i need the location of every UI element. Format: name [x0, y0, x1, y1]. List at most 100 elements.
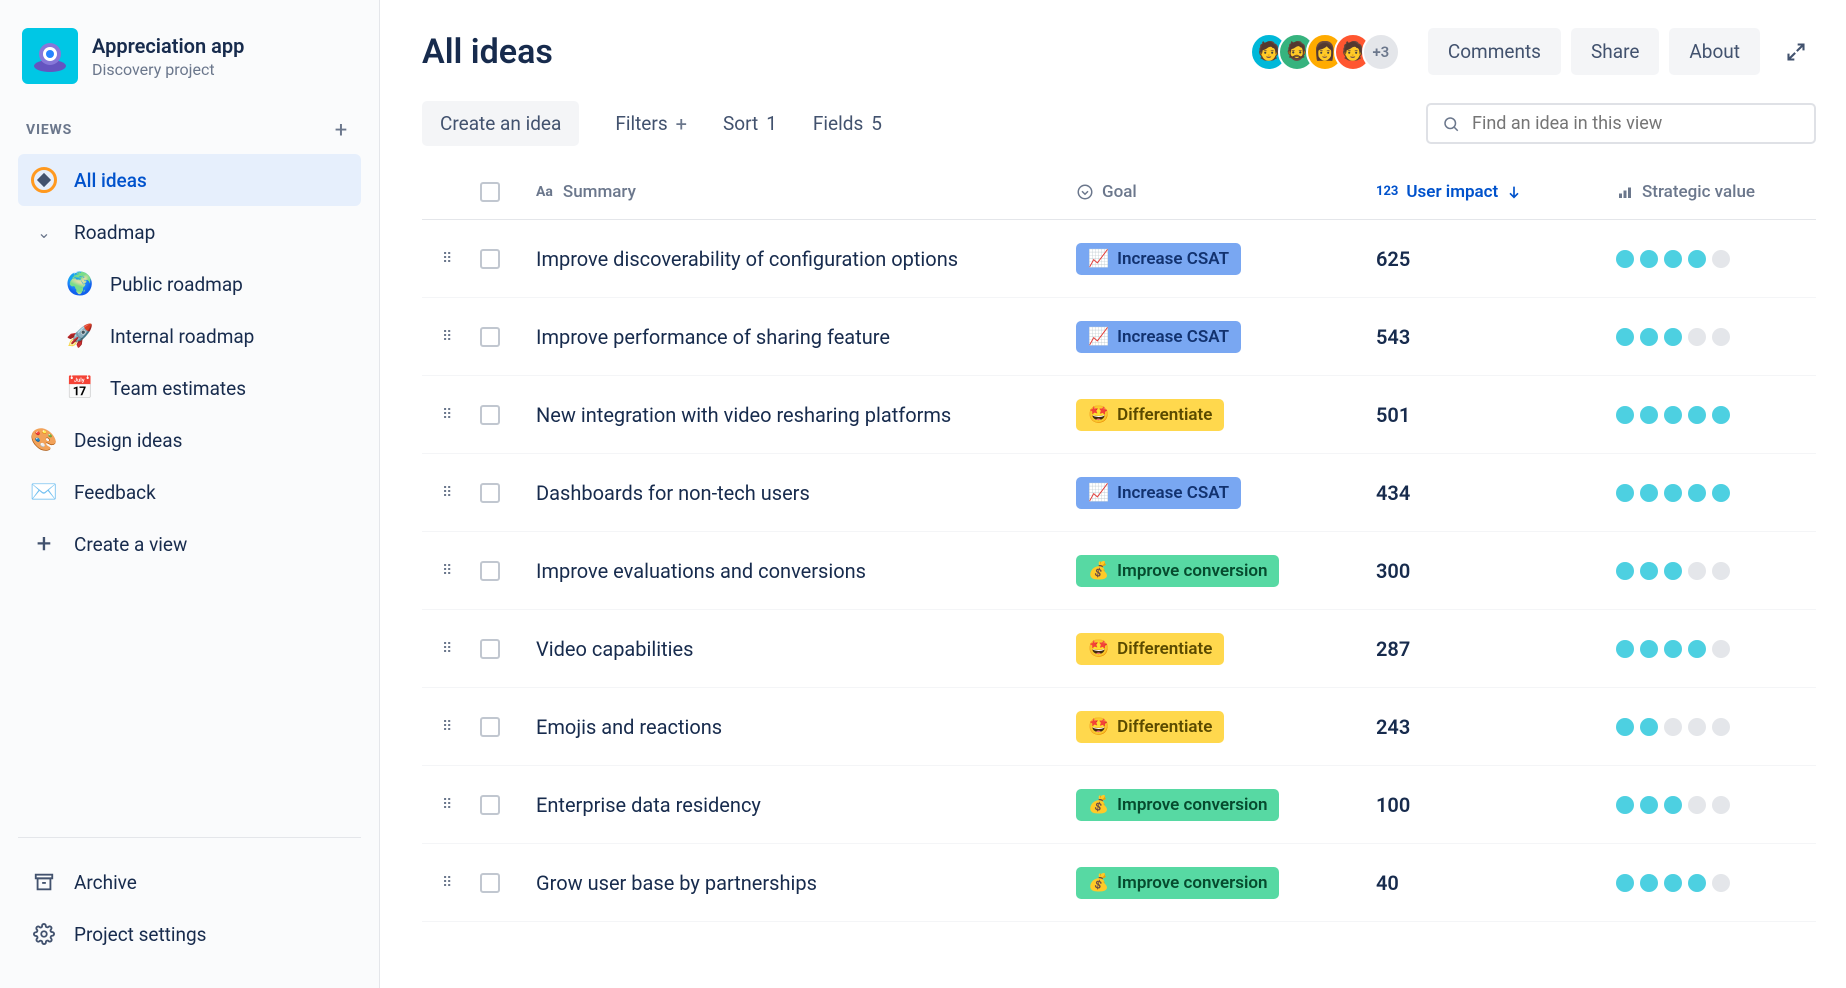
goal-tag[interactable]: 💰Improve conversion — [1076, 555, 1279, 587]
expand-icon[interactable] — [1776, 32, 1816, 72]
rating-dot — [1640, 484, 1658, 502]
search-input[interactable] — [1472, 113, 1800, 134]
drag-handle-icon[interactable]: ⠿ — [422, 641, 480, 657]
table-row[interactable]: ⠿ New integration with video resharing p… — [422, 376, 1816, 454]
rating-dot — [1688, 562, 1706, 580]
add-view-icon[interactable]: + — [329, 118, 353, 142]
compass-icon — [30, 166, 58, 194]
page-title: All ideas — [422, 32, 1260, 72]
row-checkbox[interactable] — [480, 639, 500, 659]
rating-dot — [1616, 640, 1634, 658]
row-checkbox[interactable] — [480, 873, 500, 893]
project-subtitle: Discovery project — [92, 60, 244, 79]
goal-tag[interactable]: 🤩Differentiate — [1076, 399, 1224, 431]
create-idea-button[interactable]: Create an idea — [422, 101, 579, 146]
row-checkbox[interactable] — [480, 561, 500, 581]
drag-handle-icon[interactable]: ⠿ — [422, 407, 480, 423]
comments-button[interactable]: Comments — [1428, 28, 1561, 75]
table-row[interactable]: ⠿ Improve performance of sharing feature… — [422, 298, 1816, 376]
number-icon: 123 — [1376, 184, 1398, 199]
goal-tag[interactable]: 💰Improve conversion — [1076, 867, 1279, 899]
table-row[interactable]: ⠿ Improve discoverability of configurati… — [422, 220, 1816, 298]
globe-icon: 🌍 — [66, 270, 94, 298]
sort-button[interactable]: Sort 1 — [723, 112, 777, 135]
rating-dot — [1712, 796, 1730, 814]
sidebar-item-public-roadmap[interactable]: 🌍 Public roadmap — [18, 258, 361, 310]
strategic-rating — [1616, 328, 1730, 346]
row-summary: Emojis and reactions — [536, 715, 722, 739]
column-strategic-value[interactable]: Strategic value — [1616, 182, 1816, 202]
rating-dot — [1712, 874, 1730, 892]
rating-dot — [1664, 796, 1682, 814]
sidebar-item-design-ideas[interactable]: 🎨 Design ideas — [18, 414, 361, 466]
sidebar-item-roadmap[interactable]: ⌄ Roadmap — [18, 206, 361, 258]
drag-handle-icon[interactable]: ⠿ — [422, 563, 480, 579]
sidebar-item-internal-roadmap[interactable]: 🚀 Internal roadmap — [18, 310, 361, 362]
sidebar-item-team-estimates[interactable]: 📅 Team estimates — [18, 362, 361, 414]
rating-dot — [1712, 484, 1730, 502]
drag-handle-icon[interactable]: ⠿ — [422, 719, 480, 735]
drag-handle-icon[interactable]: ⠿ — [422, 329, 480, 345]
impact-value: 434 — [1376, 481, 1410, 505]
row-summary: Improve evaluations and conversions — [536, 559, 866, 583]
sidebar-item-label: Design ideas — [74, 429, 182, 452]
rating-dot — [1640, 406, 1658, 424]
sidebar-item-create-view[interactable]: + Create a view — [18, 518, 361, 570]
table-row[interactable]: ⠿ Emojis and reactions 🤩Differentiate 24… — [422, 688, 1816, 766]
select-all-checkbox[interactable] — [480, 182, 500, 202]
row-checkbox[interactable] — [480, 483, 500, 503]
row-summary: New integration with video resharing pla… — [536, 403, 951, 427]
row-checkbox[interactable] — [480, 405, 500, 425]
row-checkbox[interactable] — [480, 327, 500, 347]
drag-handle-icon[interactable]: ⠿ — [422, 875, 480, 891]
about-button[interactable]: About — [1669, 28, 1760, 75]
rating-dot — [1640, 328, 1658, 346]
table-row[interactable]: ⠿ Grow user base by partnerships 💰Improv… — [422, 844, 1816, 922]
archive-icon — [30, 868, 58, 896]
goal-emoji-icon: 💰 — [1088, 561, 1109, 581]
filters-button[interactable]: Filters + — [615, 112, 687, 136]
sidebar-item-feedback[interactable]: ✉️ Feedback — [18, 466, 361, 518]
views-section-header: VIEWS + — [18, 118, 361, 142]
rating-dot — [1616, 484, 1634, 502]
search-input-wrapper[interactable] — [1426, 103, 1816, 144]
table-row[interactable]: ⠿ Improve evaluations and conversions 💰I… — [422, 532, 1816, 610]
goal-tag[interactable]: 💰Improve conversion — [1076, 789, 1279, 821]
goal-tag[interactable]: 📈Increase CSAT — [1076, 243, 1241, 275]
goal-tag[interactable]: 📈 Increase CSAT — [1076, 321, 1241, 353]
row-checkbox[interactable] — [480, 249, 500, 269]
sidebar-item-label: Public roadmap — [110, 273, 243, 296]
drag-handle-icon[interactable]: ⠿ — [422, 797, 480, 813]
rating-dot — [1712, 250, 1730, 268]
row-summary: Improve discoverability of configuration… — [536, 247, 958, 271]
table-row[interactable]: ⠿ Video capabilities 🤩Differentiate 287 — [422, 610, 1816, 688]
share-button[interactable]: Share — [1571, 28, 1659, 75]
rocket-icon: 🚀 — [66, 322, 94, 350]
goal-tag[interactable]: 🤩Differentiate — [1076, 633, 1224, 665]
column-user-impact[interactable]: 123 User impact — [1376, 182, 1616, 202]
avatar-stack[interactable]: 🧑 🧔 👩 🧑 +3 — [1260, 33, 1400, 71]
fields-button[interactable]: Fields 5 — [813, 112, 882, 135]
table-row[interactable]: ⠿ Enterprise data residency 💰Improve con… — [422, 766, 1816, 844]
envelope-icon: ✉️ — [30, 478, 58, 506]
project-header[interactable]: Appreciation app Discovery project — [18, 28, 361, 84]
drag-handle-icon[interactable]: ⠿ — [422, 251, 480, 267]
column-goal[interactable]: Goal — [1076, 182, 1376, 202]
bars-icon — [1616, 183, 1634, 201]
goal-label: Increase CSAT — [1117, 327, 1229, 347]
goal-tag[interactable]: 🤩Differentiate — [1076, 711, 1224, 743]
strategic-rating — [1616, 874, 1730, 892]
sidebar-item-settings[interactable]: Project settings — [18, 908, 361, 960]
goal-emoji-icon: 📈 — [1088, 327, 1109, 347]
sidebar-item-all-ideas[interactable]: All ideas — [18, 154, 361, 206]
table-row[interactable]: ⠿ Dashboards for non-tech users 📈Increas… — [422, 454, 1816, 532]
goal-tag[interactable]: 📈Increase CSAT — [1076, 477, 1241, 509]
avatar-more[interactable]: +3 — [1362, 33, 1400, 71]
sidebar-item-archive[interactable]: Archive — [18, 856, 361, 908]
impact-value: 287 — [1376, 637, 1410, 661]
drag-handle-icon[interactable]: ⠿ — [422, 485, 480, 501]
rating-dot — [1640, 874, 1658, 892]
column-summary[interactable]: Aa Summary — [536, 182, 1076, 202]
row-checkbox[interactable] — [480, 717, 500, 737]
row-checkbox[interactable] — [480, 795, 500, 815]
